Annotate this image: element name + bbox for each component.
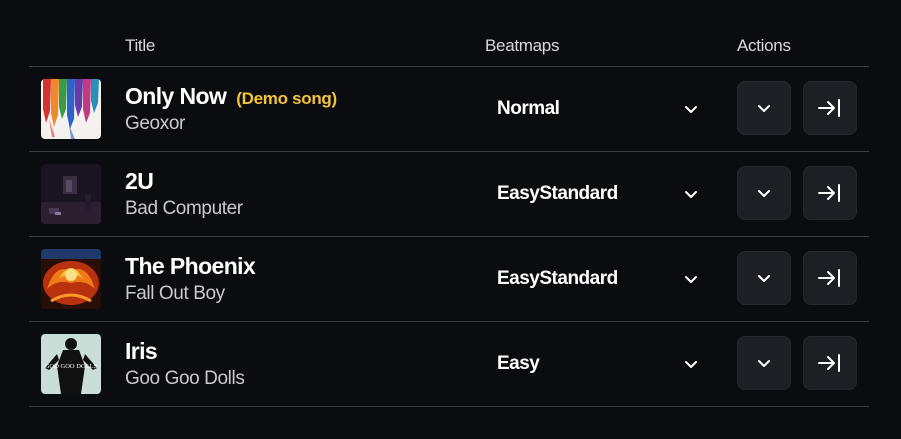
beatmap-select-value: EasyStandard [497, 183, 618, 204]
song-artist: Fall Out Boy [125, 283, 225, 304]
demo-song-badge: (Demo song) [236, 89, 337, 108]
chevron-down-icon [685, 106, 697, 113]
expand-button[interactable] [737, 336, 791, 390]
play-button[interactable] [803, 81, 857, 135]
beatmap-select[interactable]: Normal [489, 91, 701, 127]
chevron-down-icon [758, 190, 770, 197]
column-header-actions: Actions [737, 36, 791, 55]
chevron-down-icon [758, 105, 770, 112]
song-row: GOO GOO DOLLS Iris Goo Goo Dolls Easy [29, 322, 869, 407]
song-row: The Phoenix Fall Out Boy EasyStandard [29, 237, 869, 322]
beatmap-select-value: Normal [497, 98, 560, 119]
expand-button[interactable] [737, 251, 791, 305]
song-artist: Bad Computer [125, 198, 243, 219]
arrow-right-to-line-icon [818, 269, 840, 287]
column-header-title: Title [125, 36, 155, 55]
song-title: 2U [125, 168, 154, 194]
song-artist: Geoxor [125, 113, 185, 134]
song-title: Only Now (Demo song) [125, 83, 337, 110]
arrow-right-to-line-icon [818, 354, 840, 372]
column-header-beatmaps: Beatmaps [485, 36, 560, 55]
cover-text: GOO GOO DOLLS [45, 363, 98, 370]
album-cover-icon [41, 79, 101, 139]
play-button[interactable] [803, 166, 857, 220]
song-title: The Phoenix [125, 253, 256, 279]
song-artist: Goo Goo Dolls [125, 368, 245, 389]
arrow-right-to-line-icon [818, 184, 840, 202]
expand-button[interactable] [737, 166, 791, 220]
chevron-down-icon [685, 361, 697, 368]
chevron-down-icon [685, 276, 697, 283]
song-title: Iris [125, 338, 158, 364]
album-cover-icon [41, 164, 101, 224]
song-table: Title Beatmaps Actions Only Now (Demo son… [29, 0, 869, 407]
chevron-down-icon [685, 191, 697, 198]
album-cover-icon [41, 249, 101, 309]
song-row: 2U Bad Computer EasyStandard [29, 152, 869, 237]
song-title-text: Only Now [125, 83, 227, 109]
expand-button[interactable] [737, 81, 791, 135]
arrow-right-to-line-icon [818, 99, 840, 117]
beatmap-select-value: Easy [497, 353, 540, 374]
chevron-down-icon [758, 275, 770, 282]
beatmap-select[interactable]: EasyStandard [489, 176, 701, 212]
beatmap-select-value: EasyStandard [497, 268, 618, 289]
play-button[interactable] [803, 251, 857, 305]
song-row: Only Now (Demo song) Geoxor Normal [29, 67, 869, 152]
beatmap-select[interactable]: Easy [489, 346, 701, 382]
table-header: Title Beatmaps Actions [29, 0, 869, 67]
beatmap-select[interactable]: EasyStandard [489, 261, 701, 297]
chevron-down-icon [758, 360, 770, 367]
album-cover-icon: GOO GOO DOLLS [41, 334, 101, 394]
play-button[interactable] [803, 336, 857, 390]
